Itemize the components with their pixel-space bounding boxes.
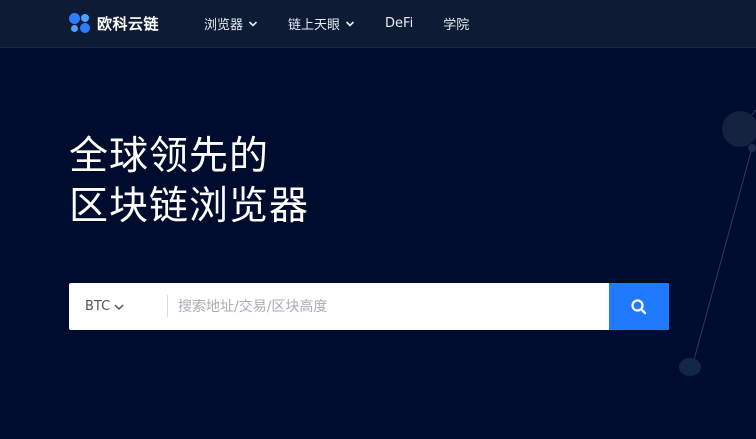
- chevron-down-icon: [345, 19, 355, 29]
- top-navbar: 欧科云链 浏览器 链上天眼 DeFi 学院: [0, 0, 756, 48]
- nav-item-onchain-eye[interactable]: 链上天眼: [288, 14, 355, 33]
- nav-item-label: 学院: [443, 18, 470, 33]
- nav-item-label: 浏览器: [204, 18, 244, 33]
- hero-title-line1: 全球领先的: [69, 134, 270, 179]
- hero-title-line2: 区块链浏览器: [69, 184, 310, 229]
- coin-select-value: BTC: [85, 299, 111, 314]
- logo-icon: [69, 12, 91, 34]
- nav-item-label: DeFi: [385, 16, 414, 31]
- search-icon: [631, 298, 647, 314]
- nav-item-explorer[interactable]: 浏览器: [204, 14, 258, 33]
- main-nav: 浏览器 链上天眼 DeFi 学院: [204, 0, 499, 47]
- search-input[interactable]: [168, 283, 609, 330]
- network-node-large: [722, 111, 756, 147]
- network-node-small: [748, 144, 756, 152]
- nav-item-academy[interactable]: 学院: [443, 14, 469, 33]
- network-node-bottom: [679, 358, 701, 376]
- coin-select[interactable]: BTC: [69, 283, 167, 330]
- search-bar: BTC: [69, 283, 669, 330]
- chevron-down-icon: [113, 301, 125, 313]
- brand-logo[interactable]: 欧科云链: [69, 12, 159, 34]
- search-button[interactable]: [609, 283, 669, 330]
- chevron-down-icon: [248, 19, 258, 29]
- page: 欧科云链 浏览器 链上天眼 DeFi 学院 全球领先的 区块链浏览器 BTC 搜…: [0, 0, 756, 439]
- brand-name: 欧科云链: [97, 14, 160, 33]
- nav-item-label: 链上天眼: [288, 18, 341, 33]
- hero-title: 全球领先的 区块链浏览器: [69, 132, 309, 232]
- nav-item-defi[interactable]: DeFi: [385, 16, 413, 31]
